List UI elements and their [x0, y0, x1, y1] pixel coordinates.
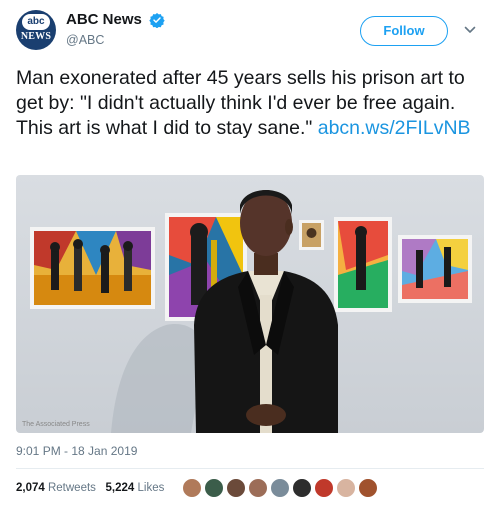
tweet-header: abc NEWS ABC News @ABC Follow — [16, 10, 484, 54]
painting-3 — [299, 220, 324, 250]
painting-4 — [334, 217, 392, 312]
tweet-text: Man exonerated after 45 years sells his … — [16, 66, 484, 141]
verified-badge-icon — [149, 12, 165, 28]
liker-avatar[interactable] — [204, 478, 224, 498]
tweet-timestamp[interactable]: 9:01 PM - 18 Jan 2019 — [16, 444, 137, 458]
liker-avatar[interactable] — [248, 478, 268, 498]
avatar-abc-logo: abc — [22, 14, 50, 30]
avatar[interactable]: abc NEWS — [16, 10, 56, 50]
liker-avatar[interactable] — [336, 478, 356, 498]
retweets-label: Retweets — [47, 482, 96, 494]
liker-avatar[interactable] — [226, 478, 246, 498]
handle[interactable]: @ABC — [66, 33, 165, 47]
chevron-down-icon[interactable] — [462, 22, 478, 38]
likes-label: Likes — [137, 482, 165, 494]
retweets-count: 2,074 — [16, 482, 45, 494]
author-block: ABC News @ABC — [66, 11, 165, 47]
liker-avatar[interactable] — [358, 478, 378, 498]
photo-credit: The Associated Press — [22, 421, 90, 428]
engagement-stats: 2,074 Retweets 5,224 Likes — [16, 482, 164, 494]
photo-illustration — [16, 175, 484, 433]
likes-count: 5,224 — [105, 482, 135, 494]
painting-1 — [30, 227, 155, 309]
retweets-stat[interactable]: 2,074 Retweets — [16, 482, 96, 494]
liker-avatar[interactable] — [314, 478, 334, 498]
painting-5 — [398, 235, 472, 303]
avatar-news-text: NEWS — [20, 31, 52, 42]
liker-avatar[interactable] — [292, 478, 312, 498]
tweet-link[interactable]: abcn.ws/2FILvNB — [318, 117, 471, 139]
tweet-photo[interactable]: The Associated Press — [16, 175, 484, 433]
liker-avatar[interactable] — [182, 478, 202, 498]
follow-button[interactable]: Follow — [360, 16, 448, 46]
liker-avatar[interactable] — [270, 478, 290, 498]
display-name[interactable]: ABC News — [66, 11, 142, 28]
likes-stat[interactable]: 5,224 Likes — [106, 482, 165, 494]
divider — [16, 468, 484, 469]
